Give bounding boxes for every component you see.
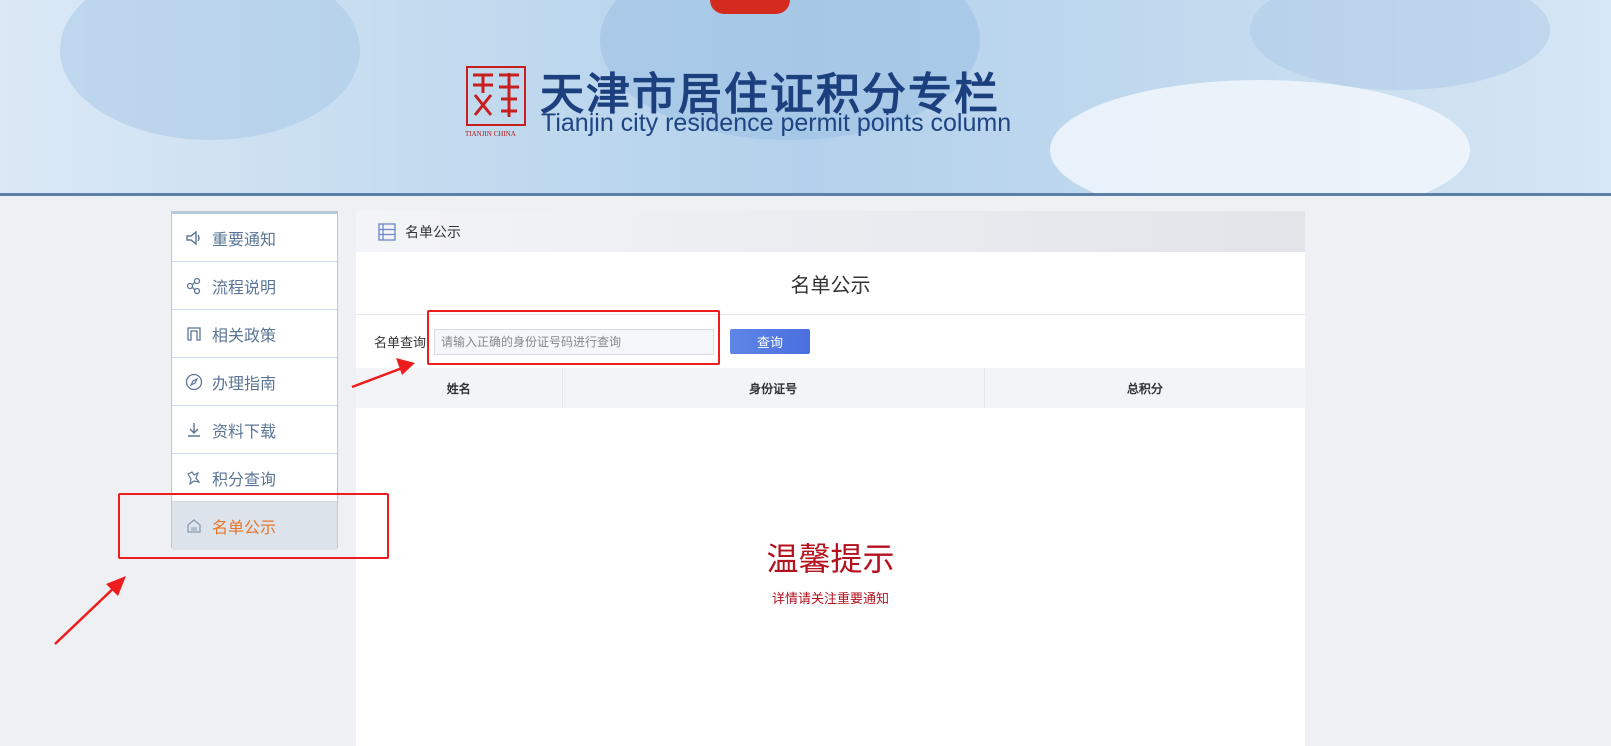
banner-decoration bbox=[1250, 0, 1550, 90]
annotation-highlight-search bbox=[427, 310, 720, 365]
notice-title: 温馨提示 bbox=[766, 540, 895, 578]
table-header: 姓名 身份证号 总积分 bbox=[356, 368, 1305, 408]
sidebar-item-label: 相关政策 bbox=[212, 325, 277, 345]
download-icon bbox=[184, 420, 204, 440]
points-search-icon bbox=[184, 468, 204, 488]
site-subtitle: Tianjin city residence permit points col… bbox=[541, 109, 1012, 137]
speaker-icon bbox=[184, 228, 204, 248]
list-view-icon bbox=[378, 222, 396, 241]
query-label: 名单查询 bbox=[374, 336, 427, 351]
breadcrumb-label: 名单公示 bbox=[405, 224, 461, 241]
annotation-arrow bbox=[54, 576, 126, 645]
flow-icon bbox=[184, 276, 204, 296]
seal-caption: TIANJIN CHINA bbox=[465, 130, 516, 138]
compass-icon bbox=[184, 372, 204, 392]
header-banner: TIANJIN CHINA 天津市居住证积分专栏 Tianjin city re… bbox=[0, 0, 1611, 196]
sidebar-item-label: 资料下载 bbox=[212, 421, 277, 441]
sidebar-item-label: 积分查询 bbox=[212, 469, 277, 489]
column-header-id-number: 身份证号 bbox=[563, 368, 985, 408]
sidebar-item-process[interactable]: 流程说明 bbox=[172, 262, 337, 310]
sidebar-item-label: 流程说明 bbox=[212, 277, 277, 297]
breadcrumb: 名单公示 bbox=[356, 211, 1305, 252]
column-header-total-points: 总积分 bbox=[1126, 381, 1163, 396]
query-button[interactable]: 查询 bbox=[730, 329, 811, 354]
sidebar-item-policy[interactable]: 相关政策 bbox=[172, 310, 337, 358]
notice-subtitle: 详情请关注重要通知 bbox=[771, 592, 889, 607]
national-emblem bbox=[710, 0, 790, 14]
sidebar-item-downloads[interactable]: 资料下载 bbox=[172, 406, 337, 454]
page-title: 名单公示 bbox=[356, 252, 1305, 315]
sidebar-item-label: 办理指南 bbox=[212, 373, 277, 393]
main-panel: 名单公示 名单公示 名单查询 查询 姓名 身份证号 总积分 温馨提示 详情请关注… bbox=[356, 211, 1305, 746]
sidebar-item-guide[interactable]: 办理指南 bbox=[172, 358, 337, 406]
banner-decoration bbox=[60, 0, 360, 140]
column-header-name: 姓名 bbox=[356, 368, 563, 408]
policy-icon bbox=[184, 324, 204, 344]
annotation-highlight-sidebar bbox=[118, 493, 389, 559]
sidebar-item-notices[interactable]: 重要通知 bbox=[172, 214, 337, 262]
banner-cloud bbox=[1050, 80, 1470, 193]
sidebar-item-label: 重要通知 bbox=[212, 229, 277, 249]
